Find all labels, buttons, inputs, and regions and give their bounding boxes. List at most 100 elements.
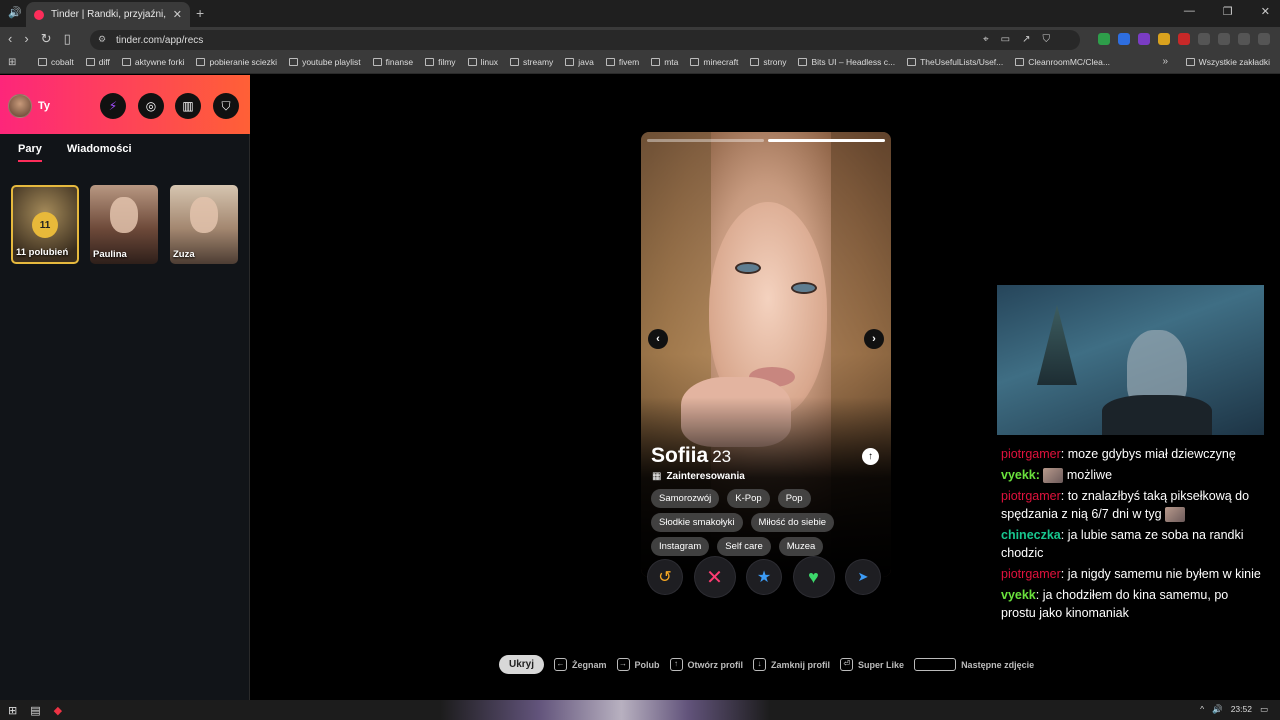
extension-red-icon[interactable]: [1178, 33, 1190, 45]
chat-text: : ja chodziłem do kina samemu, po prostu…: [1001, 588, 1229, 620]
bookmark-item[interactable]: filmy: [425, 57, 456, 67]
apps-grid-icon[interactable]: ⊞: [8, 57, 16, 68]
interest-chip: Self care: [717, 537, 771, 556]
avatar[interactable]: [8, 94, 32, 118]
hint-close: ↓ Zamknij profil: [753, 658, 830, 671]
cast-icon[interactable]: ▭: [1001, 34, 1010, 45]
extension-check-icon[interactable]: [1098, 33, 1110, 45]
match-card-paulina[interactable]: Paulina: [90, 185, 158, 264]
bookmark-item[interactable]: minecraft: [690, 57, 738, 67]
match-card-zuza[interactable]: Zuza: [170, 185, 238, 264]
hint-label: Polub: [634, 659, 660, 670]
likes-label: 11 polubień: [16, 247, 69, 258]
open-profile-icon[interactable]: ↑: [862, 448, 879, 465]
briefcase-icon[interactable]: ▥: [175, 93, 201, 119]
chat-username: piotrgamer: [1001, 489, 1061, 503]
forward-icon[interactable]: ›: [24, 31, 28, 47]
sidebar-icon[interactable]: [1218, 33, 1230, 45]
bookmark-item[interactable]: Bits UI – Headless c...: [798, 57, 895, 67]
location-icon[interactable]: ⌖: [983, 34, 989, 45]
browser-tab[interactable]: Tinder | Randki, przyjaźni, nowe z ✕: [26, 2, 190, 27]
windows-start-icon[interactable]: ⊞: [8, 704, 17, 717]
close-tab-icon[interactable]: ✕: [173, 8, 182, 21]
nope-button[interactable]: ✕: [694, 557, 735, 597]
chat-message: piotrgamer: moze gdybys miał dziewczynę: [1001, 445, 1266, 463]
hint-superlike: ⏎ Super Like: [840, 658, 904, 671]
shield-icon[interactable]: ⛉: [1043, 34, 1051, 45]
photo-indicator-active[interactable]: [768, 139, 885, 142]
extensions-puzzle-icon[interactable]: [1198, 33, 1210, 45]
bookmark-item[interactable]: mta: [651, 57, 678, 67]
volume-icon[interactable]: 🔊: [1212, 704, 1223, 715]
bookmark-list: cobalt diff aktywne forki pobieranie sciezk…: [38, 57, 1110, 67]
prev-photo-icon[interactable]: ‹: [648, 329, 668, 349]
reload-icon[interactable]: ↻: [41, 31, 52, 47]
bookmark-item[interactable]: aktywne forki: [121, 57, 184, 67]
site-info-icon[interactable]: ⚙: [98, 34, 106, 45]
hint-label: Następne zdjęcie: [961, 659, 1035, 670]
clock[interactable]: 23:52: [1231, 704, 1252, 715]
bookmarks-bar: ⊞ cobalt diff aktywne forki pobieranie scie…: [0, 52, 1280, 74]
bookmark-item[interactable]: diff: [85, 57, 110, 67]
photo-indicator[interactable]: [647, 139, 764, 142]
bookmark-item[interactable]: streamy: [510, 57, 553, 67]
profile-link[interactable]: Ty: [38, 100, 50, 112]
bookmark-item[interactable]: java: [565, 57, 594, 67]
boost-icon[interactable]: ⚡: [100, 93, 126, 119]
boost-button[interactable]: ➤: [846, 560, 880, 594]
bookmark-item[interactable]: cobalt: [38, 57, 74, 67]
tinder-app: Ty ⚡ ◎ ▥ ⛉ Pary Wiadomości 11 11 polubie…: [0, 75, 1280, 700]
extension-yellow-icon[interactable]: [1158, 33, 1170, 45]
tab-matches[interactable]: Pary: [18, 143, 42, 162]
brave-browser-icon[interactable]: ◆: [54, 704, 62, 717]
likes-card[interactable]: 11 11 polubień: [11, 185, 79, 264]
back-icon[interactable]: ‹: [8, 31, 12, 47]
tray-expand-icon[interactable]: ^: [1200, 704, 1204, 715]
match-photo: [110, 197, 138, 233]
photo-progress: [647, 139, 885, 142]
interest-chip: Miłość do siebie: [750, 513, 835, 532]
match-name: Paulina: [93, 249, 127, 260]
media-icon[interactable]: [1238, 33, 1250, 45]
bookmark-folder-icon: [750, 58, 760, 66]
url-input[interactable]: ⚙ tinder.com/app/recs: [90, 30, 1080, 50]
bookmark-item[interactable]: finanse: [372, 57, 413, 67]
minimize-icon[interactable]: —: [1184, 5, 1195, 18]
hide-hints-button[interactable]: Ukryj: [499, 655, 545, 674]
all-bookmarks[interactable]: Wszystkie zakładki: [1185, 57, 1270, 67]
next-photo-icon[interactable]: ›: [864, 329, 884, 349]
enter-key-icon: ⏎: [840, 658, 854, 671]
audio-icon[interactable]: 🔊: [8, 6, 22, 19]
hint-label: Super Like: [858, 659, 905, 670]
profile-card[interactable]: ‹ › Sofiia 23 ↑ ▦ Zainteresowania Samorozw…: [641, 132, 891, 577]
bookmark-item[interactable]: linux: [467, 57, 498, 67]
notifications-icon[interactable]: ▭: [1260, 704, 1268, 715]
superlike-button[interactable]: ★: [747, 560, 781, 594]
bookmark-item[interactable]: CleanroomMC/Clea...: [1015, 57, 1110, 67]
like-button[interactable]: ♥: [793, 557, 834, 597]
interest-chip: K-Pop: [727, 489, 770, 508]
explore-icon[interactable]: ◎: [138, 93, 164, 119]
bookmark-folder-icon: [565, 58, 575, 66]
tab-messages[interactable]: Wiadomości: [67, 143, 132, 162]
interest-chip: Muzea: [778, 537, 824, 556]
file-explorer-icon[interactable]: ▤: [30, 704, 40, 717]
extension-audio-icon[interactable]: [1118, 33, 1130, 45]
bookmark-item[interactable]: youtube playlist: [289, 57, 361, 67]
safety-shield-icon[interactable]: ⛉: [213, 93, 239, 119]
menu-icon[interactable]: [1258, 33, 1270, 45]
new-tab-icon[interactable]: +: [196, 5, 204, 21]
rewind-button[interactable]: ↺: [648, 560, 682, 594]
share-icon[interactable]: ↗: [1022, 34, 1030, 45]
bookmark-icon[interactable]: ▯: [64, 31, 71, 47]
extension-purple-icon[interactable]: [1138, 33, 1150, 45]
restore-icon[interactable]: ❐: [1223, 5, 1233, 18]
more-bookmarks-icon[interactable]: »: [1162, 56, 1168, 67]
close-window-icon[interactable]: ✕: [1261, 5, 1270, 18]
left-arrow-key-icon: ←: [554, 658, 568, 671]
bookmark-item[interactable]: TheUsefulLists/Usef...: [907, 57, 1003, 67]
window-controls: — ❐ ✕: [1184, 5, 1270, 18]
bookmark-item[interactable]: pobieranie sciezki: [196, 57, 277, 67]
bookmark-item[interactable]: fivem: [605, 57, 639, 67]
bookmark-item[interactable]: strony: [750, 57, 786, 67]
